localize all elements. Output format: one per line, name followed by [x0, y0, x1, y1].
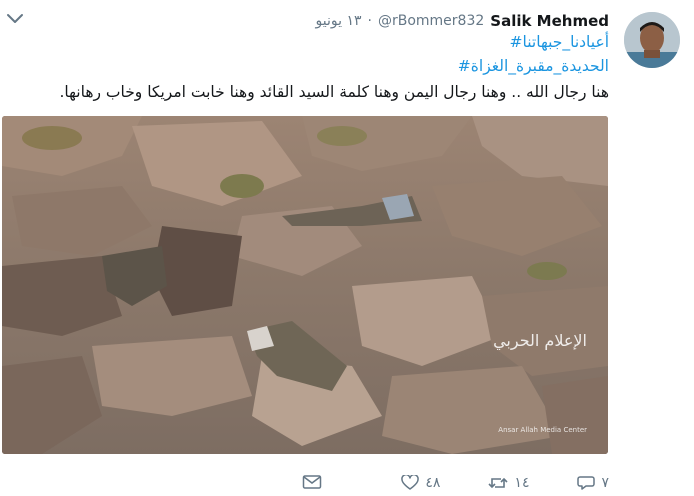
like-button[interactable]: ٤٨ — [401, 475, 440, 491]
display-name[interactable]: Salik Mehmed — [490, 12, 609, 30]
media-logo-text: Ansar Allah Media Center — [498, 426, 587, 434]
retweet-count: ١٤ — [514, 475, 530, 491]
retweet-button[interactable]: ١٤ — [488, 475, 529, 491]
tweet-header: Salik Mehmed @rBommer832 · ١٣ يونيو — [209, 10, 609, 32]
separator-dot: · — [367, 13, 372, 29]
photo-watermark: الإعلام الحربي — [493, 331, 587, 351]
envelope-icon[interactable] — [302, 474, 322, 490]
heart-icon — [401, 475, 420, 490]
tweet-photo[interactable]: الإعلام الحربي Ansar Allah Media Center — [2, 116, 608, 454]
hashtag-link[interactable]: #أعيادنا_جبهاتنا — [510, 33, 609, 51]
chevron-down-icon[interactable] — [6, 12, 24, 26]
reply-count: ٧ — [601, 475, 609, 491]
tweet-actions: ٧ ١٤ ٤٨ — [89, 470, 609, 496]
reply-button[interactable]: ٧ — [577, 475, 609, 491]
hashtag-link[interactable]: #الحديدة_مقبرة_الغزاة — [458, 57, 609, 75]
like-count: ٤٨ — [425, 475, 441, 491]
tweet-date[interactable]: ١٣ يونيو — [316, 13, 362, 29]
retweet-icon — [488, 477, 508, 489]
reply-icon — [577, 476, 596, 490]
avatar[interactable] — [624, 12, 680, 68]
tweet-text: هنا رجال الله .. وهنا رجال اليمن وهنا كل… — [59, 83, 609, 101]
user-handle[interactable]: @rBommer832 — [378, 13, 484, 29]
